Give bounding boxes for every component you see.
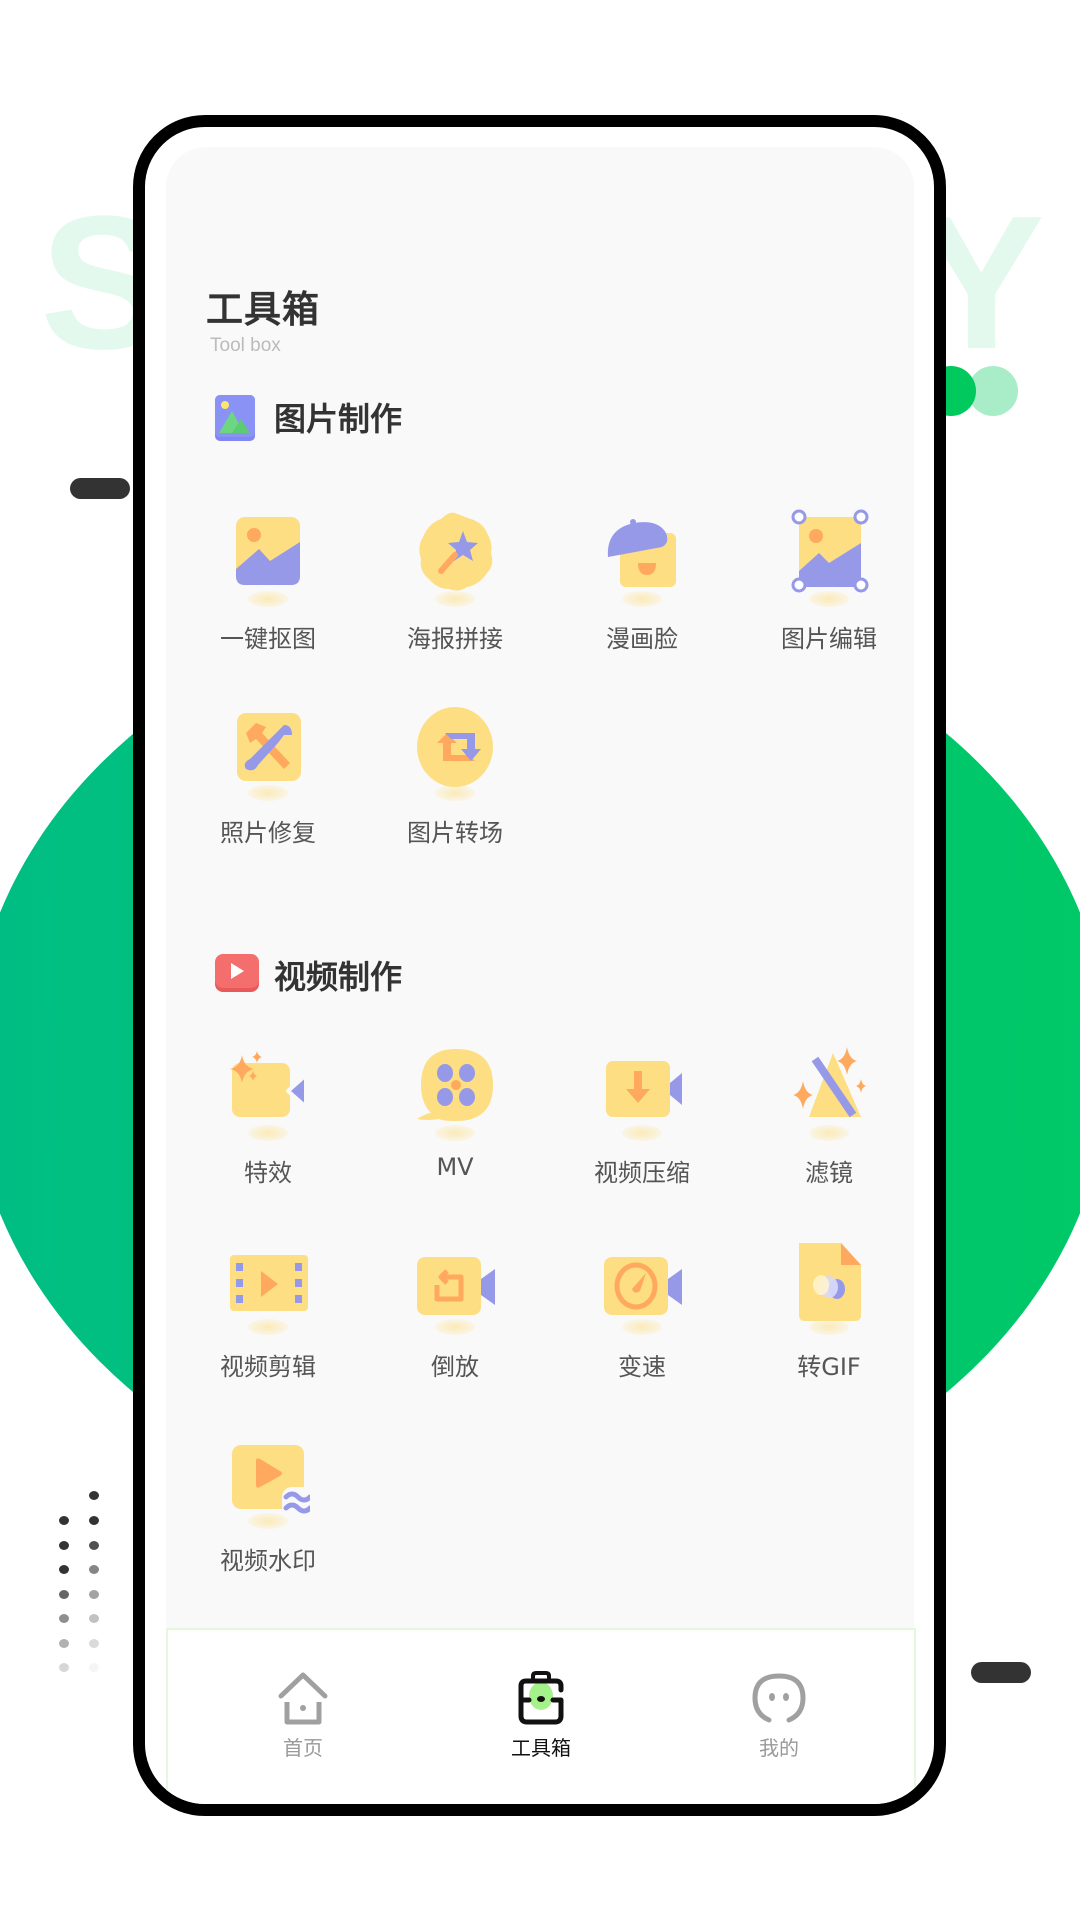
decor-dot (59, 1541, 69, 1550)
decor-dot (89, 1516, 99, 1525)
tab-mine[interactable]: 我的 (709, 1670, 849, 1761)
decor-dot (89, 1565, 99, 1574)
tool-filter[interactable]: 滤镜 (754, 1043, 904, 1188)
tool-label: 视频压缩 (594, 1159, 690, 1187)
phone-frame: 工具箱 Tool box 图片制作 一键抠图 海报拼接 漫画脸 图片编辑 照片修… (133, 115, 946, 1816)
decor-dot (59, 1590, 69, 1599)
section-header-video: 视频制作 (214, 952, 402, 998)
bottom-tab-bar: 首页 工具箱 我的 (166, 1628, 916, 1804)
decor-dot (89, 1639, 99, 1648)
decor-pill-right (971, 1662, 1031, 1683)
decor-dot (59, 1565, 69, 1574)
tool-image-edit[interactable]: 图片编辑 (754, 509, 904, 654)
magic-wand-badge-icon (413, 509, 497, 607)
decor-dot (89, 1541, 99, 1550)
tool-label: 视频水印 (220, 1547, 316, 1575)
tool-label: 海报拼接 (407, 625, 503, 653)
beret-face-icon (600, 509, 684, 607)
sparkle-camera-icon (226, 1043, 310, 1141)
tool-cartoon-face[interactable]: 漫画脸 (567, 509, 717, 654)
tool-to-gif[interactable]: 转GIF (754, 1237, 904, 1382)
video-watermark-icon (226, 1431, 313, 1529)
tab-label: 我的 (759, 1736, 799, 1760)
tool-reverse[interactable]: 倒放 (380, 1237, 530, 1382)
tab-toolbox[interactable]: 工具箱 (471, 1670, 611, 1761)
decor-dot (89, 1614, 99, 1623)
tool-video-compress[interactable]: 视频压缩 (567, 1043, 717, 1188)
film-strip-icon (226, 1237, 310, 1335)
page-title: 工具箱 (206, 288, 320, 331)
tool-label: 一键抠图 (220, 625, 316, 653)
tool-effects[interactable]: 特效 (193, 1043, 343, 1188)
gif-file-icon (787, 1237, 871, 1335)
tool-image-transition[interactable]: 图片转场 (380, 703, 530, 848)
tool-label: 滤镜 (805, 1159, 853, 1187)
tool-speed[interactable]: 变速 (567, 1237, 717, 1382)
tool-label: 转GIF (797, 1353, 861, 1381)
tool-poster-collage[interactable]: 海报拼接 (380, 509, 530, 654)
decor-dot (59, 1516, 69, 1525)
portrait-cutout-icon (226, 509, 310, 607)
video-play-icon (214, 952, 259, 998)
tool-mv[interactable]: MV (380, 1043, 530, 1181)
decor-dot (89, 1491, 99, 1500)
section-title-image: 图片制作 (274, 400, 403, 438)
tool-portrait-cutout[interactable]: 一键抠图 (193, 509, 343, 654)
tool-label: 特效 (244, 1159, 292, 1187)
tool-label: 图片编辑 (781, 625, 877, 653)
filter-wand-icon (787, 1043, 871, 1141)
tool-video-edit[interactable]: 视频剪辑 (193, 1237, 343, 1382)
tool-label: MV (436, 1153, 474, 1181)
profile-face-icon (749, 1670, 809, 1726)
tool-label: 图片转场 (407, 819, 503, 847)
repair-tools-icon (226, 703, 310, 801)
decor-dot (59, 1663, 69, 1672)
tool-label: 变速 (618, 1353, 666, 1381)
tab-home[interactable]: 首页 (233, 1670, 373, 1761)
reverse-camera-icon (413, 1237, 497, 1335)
video-compress-icon (600, 1043, 684, 1141)
decor-pill-left (70, 478, 130, 499)
tool-video-watermark[interactable]: 视频水印 (193, 1431, 343, 1576)
page-subtitle: Tool box (210, 335, 281, 356)
home-icon (273, 1670, 333, 1726)
tool-label: 倒放 (431, 1353, 479, 1381)
decor-dot (59, 1614, 69, 1623)
decor-dot (89, 1663, 99, 1672)
decor-dot (59, 1639, 69, 1648)
tool-photo-repair[interactable]: 照片修复 (193, 703, 343, 848)
tool-label: 视频剪辑 (220, 1353, 316, 1381)
section-title-video: 视频制作 (274, 958, 403, 996)
tab-label: 首页 (283, 1736, 323, 1760)
image-edit-icon (787, 509, 871, 607)
section-header-image: 图片制作 (214, 394, 403, 441)
decor-dot (89, 1590, 99, 1599)
image-icon (214, 394, 256, 441)
film-reel-icon (413, 1043, 497, 1141)
tab-label: 工具箱 (511, 1736, 571, 1760)
speed-camera-icon (600, 1237, 684, 1335)
tool-label: 照片修复 (220, 819, 316, 847)
transition-arrows-icon (413, 703, 497, 801)
toolbox-page: 工具箱 Tool box 图片制作 一键抠图 海报拼接 漫画脸 图片编辑 照片修… (166, 147, 914, 1641)
tool-label: 漫画脸 (606, 625, 678, 653)
toolbox-icon (511, 1670, 571, 1726)
